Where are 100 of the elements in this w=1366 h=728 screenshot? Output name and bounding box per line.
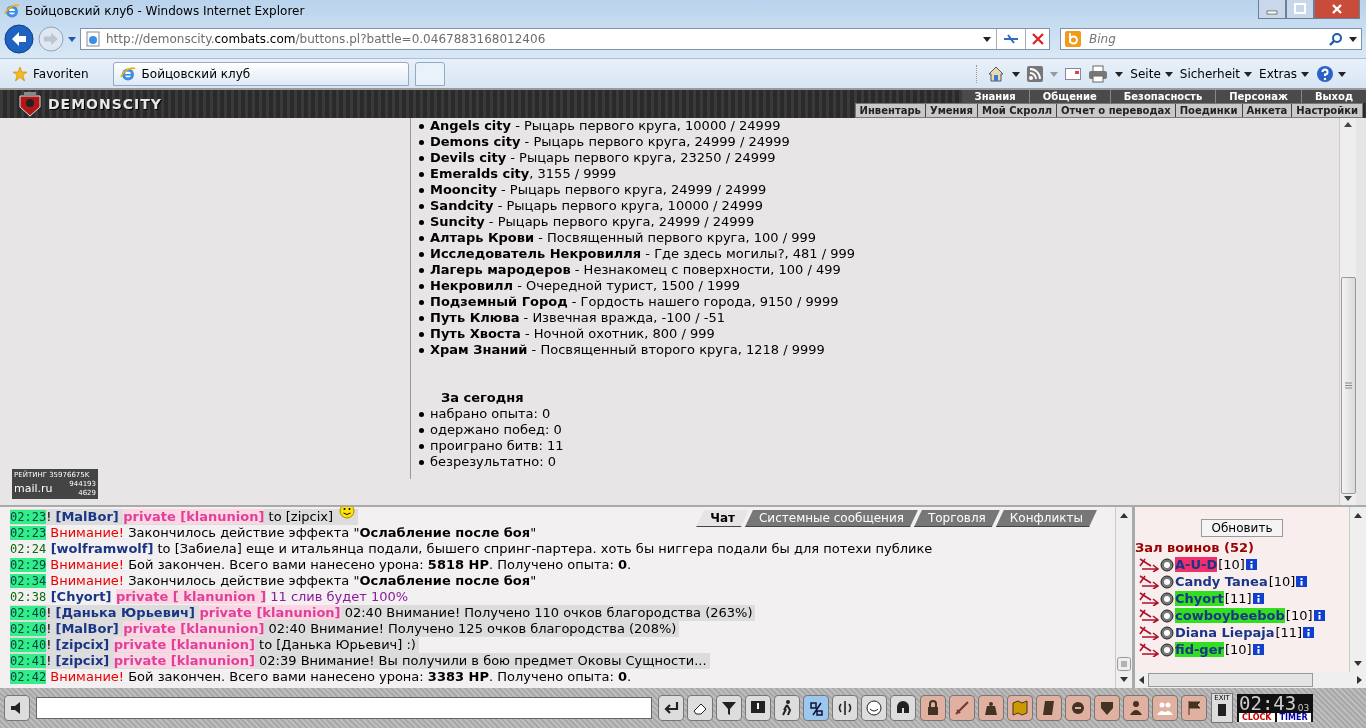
minimize-button[interactable] — [1258, 0, 1286, 19]
close-button[interactable] — [1314, 0, 1360, 19]
user-name[interactable]: Candy Tanea — [1175, 574, 1268, 589]
printer-icon[interactable] — [1088, 65, 1109, 83]
scrollbar[interactable] — [1349, 507, 1366, 672]
chat-tab[interactable]: Системные сообщения — [745, 510, 918, 527]
clan-emblem-icon — [1160, 591, 1174, 606]
caret-icon[interactable] — [1354, 513, 1362, 518]
user-level: [10] — [1285, 608, 1313, 623]
caret-icon[interactable] — [983, 36, 991, 42]
caret-icon[interactable] — [1164, 71, 1173, 77]
search-input[interactable]: Bing — [1087, 31, 1323, 47]
scroll-button[interactable] — [1036, 695, 1062, 721]
submenu-item[interactable]: Анкета — [1241, 104, 1292, 117]
chat-tab[interactable]: Конфликты — [995, 510, 1097, 527]
list-item: Храм Знаний - Посвященный второго круга, 1218 / 9999 — [430, 342, 825, 357]
list-item: Angels city - Рыцарь первого круга, 10000 / 24999 — [430, 118, 781, 133]
maximize-button[interactable] — [1286, 0, 1314, 19]
chat-tab[interactable]: Торговля — [913, 510, 1000, 527]
user-name[interactable]: cowboybeebob — [1175, 608, 1285, 623]
stop-icon[interactable] — [1031, 32, 1045, 46]
section-title: За сегодня — [441, 390, 525, 406]
address-text: http://demonscity.combats.com/buttons.pl?battle=0.0467883168012406 — [106, 32, 547, 46]
page-icon — [85, 31, 101, 47]
info-icon[interactable] — [1252, 644, 1264, 655]
mail-icon[interactable] — [1065, 68, 1082, 80]
menu-button[interactable]: Seite — [1130, 67, 1173, 81]
user-level: [10] — [1224, 642, 1252, 657]
info-icon[interactable] — [1296, 576, 1308, 587]
scroll-grip-icon[interactable] — [1117, 657, 1131, 671]
submenu-item[interactable]: Настройки — [1291, 104, 1362, 117]
alert-button[interactable] — [745, 695, 771, 721]
favorites-button[interactable]: Favoriten — [6, 63, 95, 85]
sword-button[interactable] — [949, 695, 975, 721]
caret-icon[interactable] — [1344, 496, 1352, 501]
filter-button[interactable] — [716, 695, 742, 721]
group-button[interactable] — [1152, 695, 1178, 721]
sound-button[interactable] — [832, 695, 858, 721]
submenu-item[interactable]: Умения — [924, 104, 977, 117]
browser-icon — [4, 3, 20, 19]
eraser-button[interactable] — [687, 695, 713, 721]
feed-icon[interactable] — [1027, 66, 1044, 82]
scrollbar-thumb[interactable] — [1340, 277, 1356, 494]
person-button[interactable] — [1123, 695, 1149, 721]
map-button[interactable] — [1007, 695, 1033, 721]
caret-icon[interactable] — [1338, 71, 1346, 77]
info-icon[interactable] — [1303, 627, 1315, 638]
refresh-button[interactable]: Обновить — [1200, 519, 1284, 537]
info-icon[interactable] — [1245, 559, 1257, 570]
scrollbar[interactable] — [1135, 672, 1366, 688]
panel-title: Зал воинов (52) — [1135, 539, 1255, 556]
clock-tab[interactable]: CLOCK — [1239, 713, 1275, 722]
caret-icon[interactable] — [1244, 71, 1253, 77]
menu-button[interactable]: Sicherheit — [1179, 67, 1253, 81]
enter-button[interactable] — [658, 695, 684, 721]
submenu-item[interactable]: Мой Скролл — [976, 104, 1057, 117]
user-name[interactable]: fid-ger — [1175, 642, 1224, 657]
caret-icon[interactable] — [1354, 661, 1362, 666]
home-icon[interactable] — [987, 65, 1006, 83]
submenu-item[interactable]: Отчет о переводах — [1056, 104, 1175, 117]
caret-icon[interactable] — [1349, 36, 1357, 42]
submenu-item[interactable]: Инвентарь — [855, 104, 925, 117]
shield-button[interactable] — [1094, 695, 1120, 721]
user-name[interactable]: Chyort — [1175, 591, 1224, 606]
bag-button[interactable] — [978, 695, 1004, 721]
star-icon — [12, 66, 28, 82]
back-button[interactable] — [4, 24, 34, 54]
caret-icon[interactable] — [1344, 122, 1352, 127]
caret-icon[interactable] — [1012, 71, 1021, 77]
chat-message: 02:42 Внимание! Бой закончен. Всего вами нанесено урона: 3383 HP. Получено опыта: 0. — [10, 669, 633, 685]
lock-button[interactable] — [920, 695, 946, 721]
flag-button[interactable] — [1181, 695, 1207, 721]
info-icon[interactable] — [1252, 593, 1264, 604]
caret-icon[interactable] — [1115, 71, 1124, 77]
chat-tab[interactable]: Чат — [696, 510, 749, 527]
right-arrow-icon[interactable] — [1357, 676, 1362, 684]
speaker-button[interactable] — [4, 695, 30, 721]
menu-item[interactable]: Знания — [961, 90, 1029, 103]
submenu-item[interactable]: Поединки — [1174, 104, 1242, 117]
caret-icon[interactable] — [1120, 677, 1128, 682]
walking-man-button[interactable] — [774, 695, 800, 721]
search-field[interactable]: Bing — [1060, 28, 1362, 50]
scrollbar[interactable] — [1115, 507, 1132, 688]
list-item: проиграно битв: 11 — [430, 438, 564, 453]
search-icon[interactable] — [1329, 32, 1343, 46]
timer-tab[interactable]: TIMER — [1276, 713, 1311, 722]
help-button[interactable] — [1316, 65, 1346, 83]
message-input[interactable] — [36, 697, 652, 719]
list-item: Исследователь Некровилля - Где здесь могилы?, 481 / 999 — [430, 246, 856, 261]
smiley-button[interactable] — [861, 695, 887, 721]
user-name[interactable]: Diana Liepaja — [1175, 625, 1275, 640]
private-toggle-button[interactable] — [803, 695, 829, 721]
info-icon[interactable] — [1313, 610, 1325, 621]
browser-tab[interactable]: Бойцовский клуб — [112, 62, 409, 86]
menu-button[interactable]: Extras — [1259, 67, 1309, 81]
caret-icon[interactable] — [1301, 71, 1309, 77]
flag-icon — [1185, 699, 1203, 717]
scrollbar[interactable] — [1339, 118, 1356, 505]
left-arrow-icon[interactable] — [1139, 676, 1144, 684]
caret-icon[interactable] — [1120, 513, 1128, 518]
